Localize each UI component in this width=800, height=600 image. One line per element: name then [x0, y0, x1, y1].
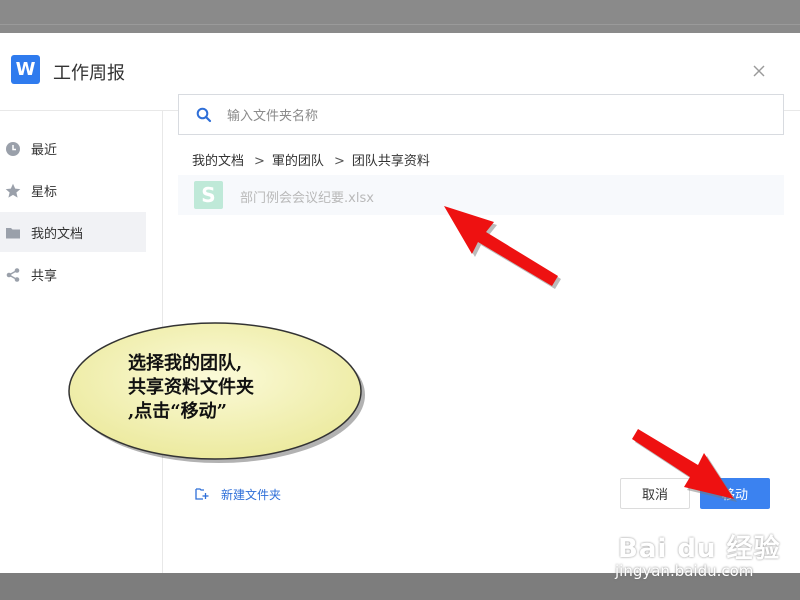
- close-icon[interactable]: [750, 62, 768, 80]
- breadcrumb-item-my-documents[interactable]: 我的文档: [192, 150, 244, 169]
- breadcrumb: 我的文档 > 軍的团队 > 团队共享资料: [192, 150, 430, 170]
- breadcrumb-separator: >: [333, 154, 345, 169]
- sidebar-item-label: 星标: [31, 185, 58, 200]
- sidebar-item-starred[interactable]: 星标: [0, 170, 146, 210]
- sidebar-item-recent[interactable]: 最近: [0, 128, 146, 168]
- annotation-line: 共享资料文件夹: [128, 377, 254, 398]
- folder-icon: [6, 228, 20, 239]
- annotation-text: 选择我的团队, 共享资料文件夹 ,点击“移动”: [128, 352, 254, 424]
- wps-logo-icon: W: [11, 55, 40, 84]
- breadcrumb-separator: >: [254, 154, 265, 169]
- clock-icon: [6, 142, 20, 156]
- sidebar-item-my-documents[interactable]: 我的文档: [0, 212, 146, 252]
- spreadsheet-icon: S: [194, 181, 223, 209]
- watermark-brand: Bai du 经验: [618, 534, 781, 564]
- star-icon: [5, 183, 21, 198]
- dialog-title: 工作周报: [53, 63, 125, 84]
- breadcrumb-item-team[interactable]: 軍的团队: [272, 150, 324, 169]
- annotation-line: 选择我的团队,: [128, 353, 243, 374]
- topbar-divider: [0, 24, 800, 25]
- new-folder-label: 新建文件夹: [221, 488, 282, 502]
- share-icon: [6, 268, 20, 282]
- search-icon: [196, 107, 212, 123]
- watermark-url: jingyan.baidu.com: [615, 562, 754, 580]
- red-arrow-breadcrumb-icon: [444, 206, 561, 289]
- sidebar-item-label: 共享: [31, 269, 58, 284]
- background-topbar: [0, 0, 800, 33]
- folder-search-box[interactable]: [178, 94, 784, 135]
- search-input[interactable]: [225, 104, 769, 128]
- file-name: 部门例会会议纪要.xlsx: [240, 191, 374, 206]
- red-arrow-move-button-icon: [632, 429, 737, 502]
- breadcrumb-item-team-shared[interactable]: 团队共享资料: [352, 150, 430, 169]
- sidebar-item-label: 我的文档: [31, 227, 84, 242]
- sidebar-item-shared[interactable]: 共享: [0, 254, 146, 294]
- sidebar-item-label: 最近: [31, 143, 58, 158]
- annotation-line: ,点击“移动”: [128, 401, 227, 422]
- new-folder-icon: [195, 488, 209, 500]
